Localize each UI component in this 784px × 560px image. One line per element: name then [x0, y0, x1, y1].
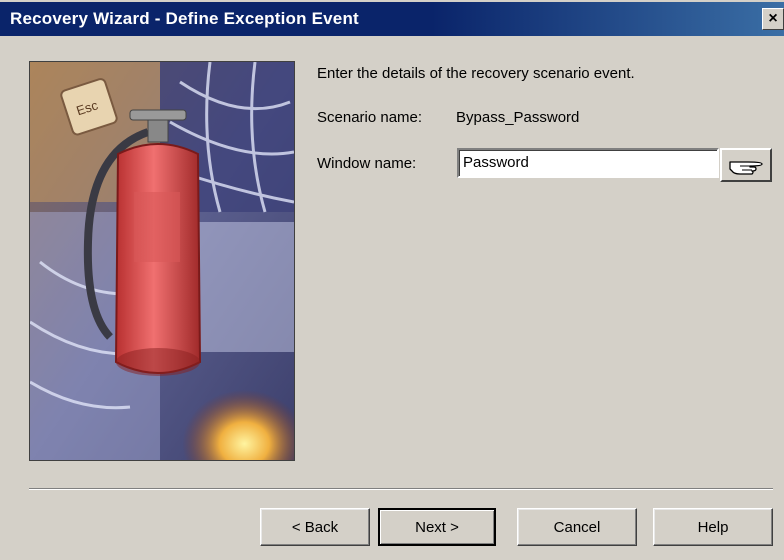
wizard-illustration: Esc — [29, 61, 295, 461]
scenario-name-label: Scenario name: — [317, 109, 423, 126]
help-button[interactable]: Help — [653, 508, 773, 546]
window-name-field[interactable]: Password — [457, 148, 719, 178]
cancel-button[interactable]: Cancel — [517, 508, 637, 546]
help-button-label: Help — [697, 518, 729, 536]
intro-text: Enter the details of the recovery scenar… — [317, 65, 635, 82]
pointing-hand-icon — [729, 161, 763, 175]
close-button[interactable]: × — [762, 8, 784, 30]
next-button[interactable]: Next > — [378, 508, 496, 546]
fire-extinguisher-illustration: Esc — [30, 62, 294, 460]
pointing-hand-button[interactable] — [720, 148, 772, 182]
cancel-button-label: Cancel — [553, 518, 601, 536]
scenario-name-value: Bypass_Password — [456, 109, 580, 126]
window-name-label: Window name: — [317, 155, 417, 172]
title-bar: Recovery Wizard - Define Exception Event… — [0, 0, 784, 36]
window-title: Recovery Wizard - Define Exception Event — [10, 9, 359, 28]
separator-line — [29, 488, 773, 490]
next-button-label: Next > — [415, 518, 459, 536]
back-button-label: < Back — [291, 518, 339, 536]
back-button[interactable]: < Back — [260, 508, 370, 546]
close-icon: × — [768, 10, 778, 27]
